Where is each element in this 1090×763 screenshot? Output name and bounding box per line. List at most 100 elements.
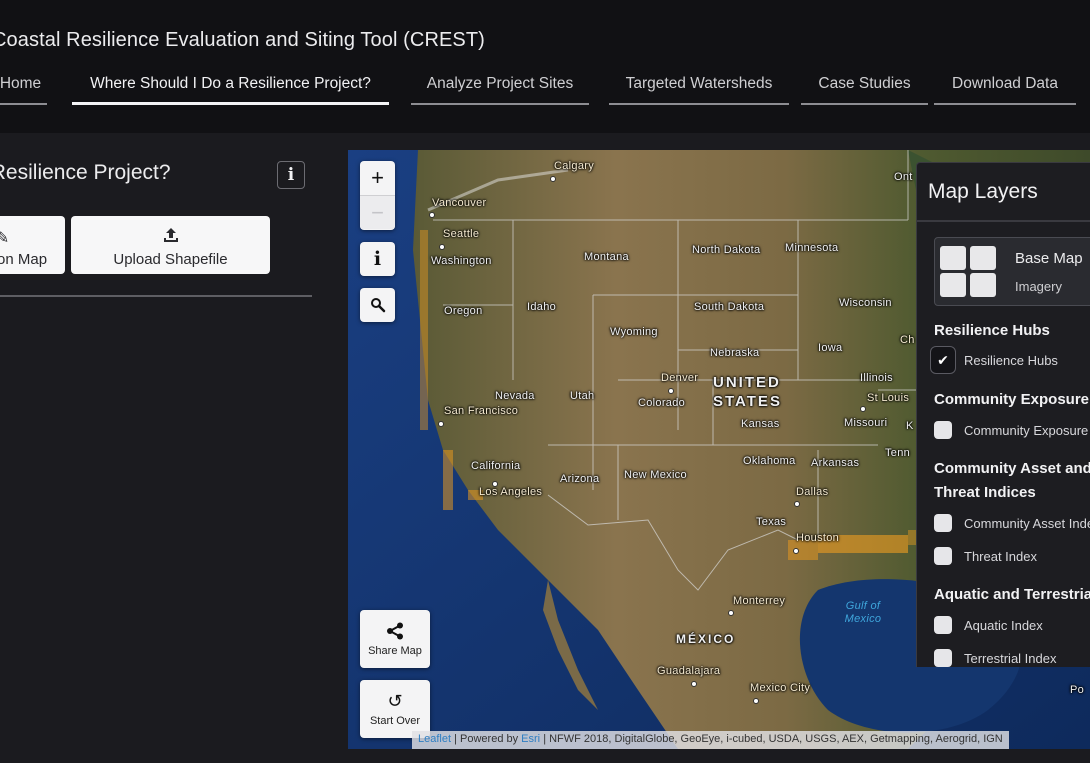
group-title-community-exposure: Community Exposure Index: [934, 391, 1090, 408]
basemap-current: Imagery: [1015, 279, 1062, 294]
leaflet-link[interactable]: Leaflet: [418, 733, 451, 745]
map-label-kentucky: K: [906, 420, 914, 432]
city-dot: [439, 244, 445, 250]
city-dot: [550, 176, 556, 182]
layer-label: Terrestrial Index: [964, 650, 1057, 666]
tab-where-should-i-do-a-resilience-project[interactable]: Where Should I Do a Resilience Project?: [72, 73, 389, 105]
basemap-name: Base Map: [1015, 250, 1083, 267]
checkbox[interactable]: [934, 649, 952, 667]
map-label-mexico: MÉXICO: [676, 632, 736, 646]
map-label-idaho: Idaho: [527, 301, 557, 313]
city-dot: [860, 406, 866, 412]
map-label-tennessee: Tenn: [885, 447, 911, 459]
map-info-button[interactable]: i: [360, 242, 395, 276]
map-label-dallas: Dallas: [796, 486, 829, 498]
city-dot: [429, 212, 435, 218]
map-label-oregon: Oregon: [444, 305, 483, 317]
map-label-texas: Texas: [756, 516, 787, 528]
map-label-new-mexico: New Mexico: [624, 469, 687, 481]
upload-icon: [163, 227, 179, 247]
app-header: Coastal Resilience Evaluation and Siting…: [0, 0, 1090, 133]
city-dot: [753, 698, 759, 704]
info-icon: i: [287, 165, 295, 185]
powered-by-text: Powered by: [460, 733, 519, 745]
layer-toggle-community-asset[interactable]: Community Asset Index: [934, 513, 1090, 533]
map-label-arizona: Arizona: [560, 473, 600, 485]
map-search-button[interactable]: [360, 288, 395, 322]
map-label-monterrey: Monterrey: [733, 595, 786, 607]
undo-icon: ↺: [387, 690, 403, 711]
layer-toggle-aquatic-index[interactable]: Aquatic Index: [934, 615, 1043, 635]
map-label-montana: Montana: [584, 251, 629, 263]
map-label-san-francisco: San Francisco: [444, 405, 519, 417]
map-label-mexico-city: Mexico City: [750, 682, 811, 694]
map-label-houston: Houston: [796, 532, 840, 544]
tab-download-data[interactable]: Download Data: [934, 73, 1076, 105]
start-over-button[interactable]: ↺ Start Over: [360, 680, 430, 738]
checkbox[interactable]: [934, 514, 952, 532]
map-label-denver: Denver: [661, 372, 699, 384]
layer-toggle-terrestrial-index[interactable]: Terrestrial Index: [934, 648, 1056, 667]
tab-targeted-watersheds[interactable]: Targeted Watersheds: [609, 73, 789, 105]
map-label-wisconsin: Wisconsin: [839, 297, 892, 309]
map-label-ontario: Ont: [894, 171, 913, 183]
tab-analyze-project-sites[interactable]: Analyze Project Sites: [411, 73, 589, 105]
map-label-gulf-of-mexico: Gulf of Mexico: [844, 600, 882, 625]
panel-divider: [0, 295, 312, 297]
info-button[interactable]: i: [277, 161, 305, 189]
map-label-washington: Washington: [431, 255, 492, 267]
map-label-california: California: [471, 460, 521, 472]
checkbox[interactable]: [934, 421, 952, 439]
map-label-minnesota: Minnesota: [785, 242, 839, 254]
layers-divider: [917, 220, 1090, 222]
map-label-st-louis: St Louis: [867, 392, 910, 404]
upload-shapefile-label: Upload Shapefile: [113, 251, 228, 268]
zoom-in-button[interactable]: +: [360, 161, 395, 195]
esri-link[interactable]: Esri: [521, 733, 540, 745]
city-dot: [668, 388, 674, 394]
city-dot: [728, 610, 734, 616]
share-map-button[interactable]: Share Map: [360, 610, 430, 668]
city-dot: [492, 481, 498, 487]
map-label-seattle: Seattle: [443, 228, 480, 240]
layer-toggle-resilience-hubs[interactable]: ✔ Resilience Hubs: [930, 346, 1058, 374]
group-title-community-asset-threat: Community Asset and Threat Indices: [934, 460, 1090, 501]
city-dot: [438, 421, 444, 427]
map-label-puerto: Po: [1070, 684, 1085, 696]
checkbox-checked[interactable]: ✔: [930, 346, 956, 374]
map-label-north-dakota: North Dakota: [692, 244, 761, 256]
map-label-nevada: Nevada: [495, 390, 535, 402]
map-label-missouri: Missouri: [844, 417, 888, 429]
map-attribution: Leaflet | Powered by Esri | NFWF 2018, D…: [412, 731, 1009, 749]
map-label-los-angeles: Los Angeles: [479, 486, 543, 498]
basemap-selector[interactable]: Base Map Imagery: [934, 237, 1090, 306]
tab-home[interactable]: Home: [0, 73, 47, 105]
tab-case-studies[interactable]: Case Studies: [801, 73, 928, 105]
zoom-control: + −: [360, 161, 395, 230]
start-over-label: Start Over: [369, 714, 421, 727]
layer-toggle-threat-index[interactable]: Threat Index: [934, 546, 1037, 566]
map-layers-panel: Map Layers Base Map Imagery Resilience H…: [916, 162, 1090, 667]
map-label-chicago: Ch: [900, 334, 915, 346]
checkbox[interactable]: [934, 547, 952, 565]
pencil-icon: ✎: [0, 230, 10, 247]
layer-toggle-community-exposure[interactable]: Community Exposure Index: [934, 420, 1090, 440]
attribution-sources: NFWF 2018, DigitalGlobe, GeoEye, i-cubed…: [549, 733, 1003, 745]
checkbox[interactable]: [934, 616, 952, 634]
group-title-aquatic-terrestrial: Aquatic and Terrestrial Indices: [934, 586, 1090, 603]
share-icon: [387, 622, 403, 639]
draw-on-map-button[interactable]: ✎ Draw on Map: [0, 216, 65, 274]
panel-title: Where Should I Do a Resilience Project?: [0, 161, 171, 184]
layer-label: Aquatic Index: [964, 617, 1043, 633]
map-label-colorado: Colorado: [638, 397, 686, 409]
group-title-resilience-hubs: Resilience Hubs: [934, 322, 1050, 339]
map-label-oklahoma: Oklahoma: [743, 455, 796, 467]
city-dot: [794, 501, 800, 507]
map-label-south-dakota: South Dakota: [694, 301, 765, 313]
share-map-label: Share Map: [368, 644, 422, 657]
layer-label: Community Asset Index: [964, 515, 1090, 531]
zoom-out-button[interactable]: −: [360, 195, 395, 229]
search-icon: [370, 298, 385, 313]
upload-shapefile-button[interactable]: Upload Shapefile: [71, 216, 270, 274]
layer-label: Threat Index: [964, 548, 1037, 564]
